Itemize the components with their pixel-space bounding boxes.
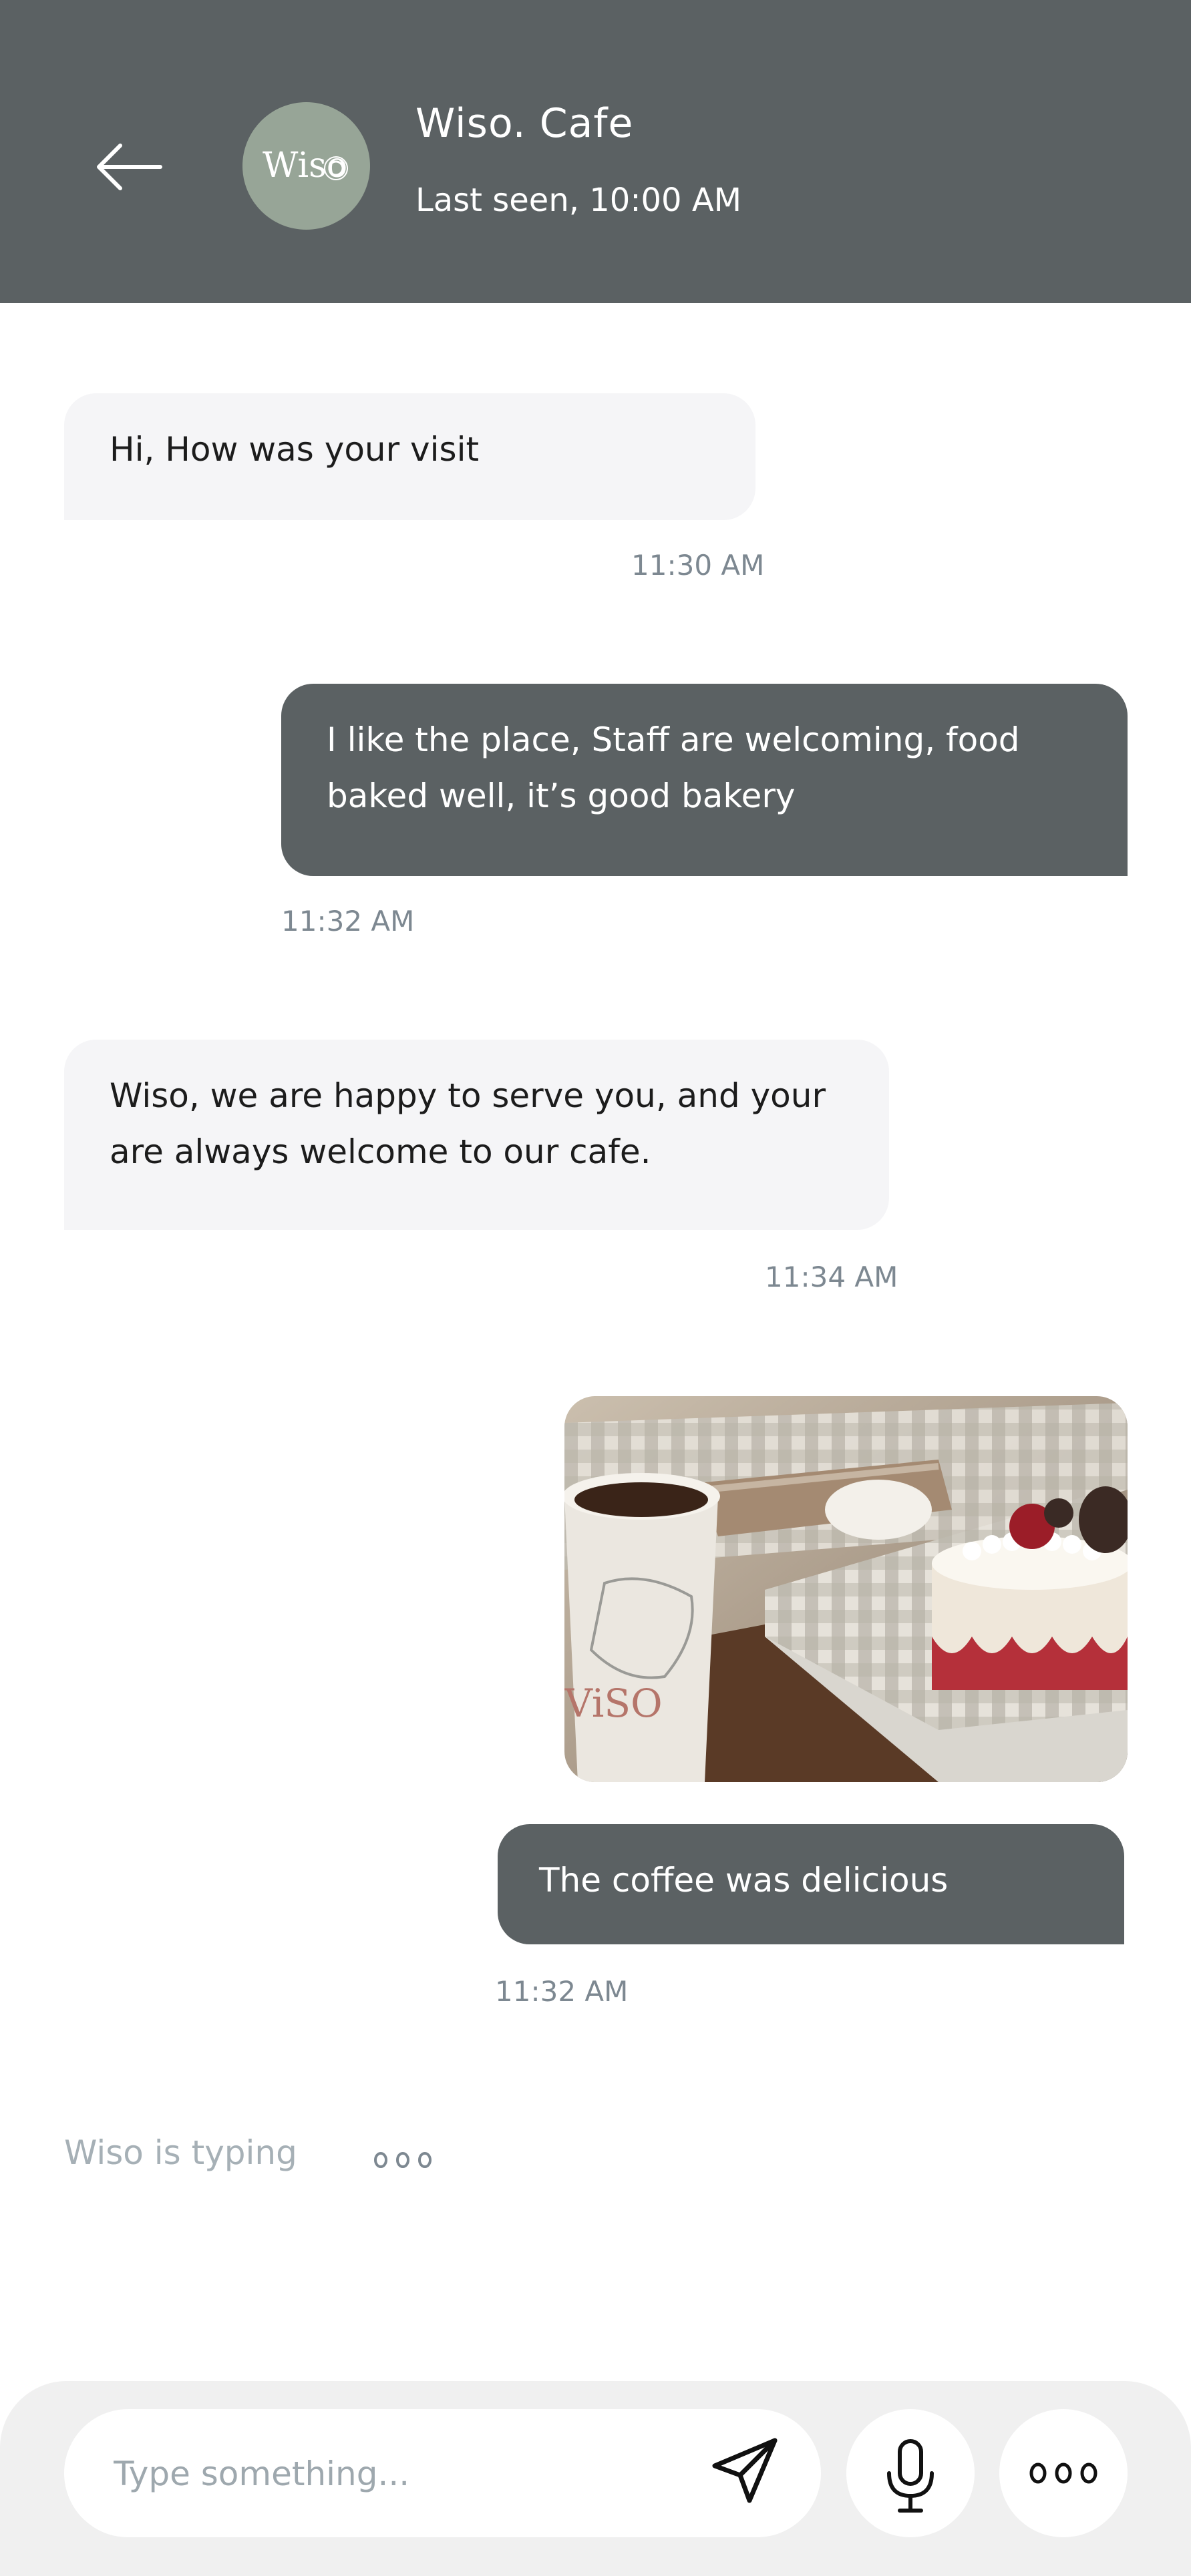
typing-indicator-label: Wiso is typing (64, 2133, 297, 2172)
arrow-left-icon (97, 144, 162, 190)
message-input[interactable] (112, 2433, 689, 2515)
back-button[interactable] (94, 134, 167, 200)
message-bubble-incoming: Wiso, we are happy to serve you, and you… (64, 1040, 889, 1230)
message-bubble-outgoing: The coffee was delicious (498, 1824, 1124, 1944)
message-bubble-incoming: Hi, How was your visit (64, 393, 755, 520)
send-icon (712, 2438, 778, 2503)
send-button[interactable] (708, 2434, 782, 2507)
more-options-icon (1029, 2462, 1097, 2484)
message-text: Wiso, we are happy to serve you, and you… (110, 1076, 826, 1171)
avatar[interactable]: Wiso (242, 102, 370, 230)
typing-dots-icon (374, 2152, 432, 2168)
last-seen-status: Last seen, 10:00 AM (415, 182, 742, 219)
message-text: Hi, How was your visit (110, 430, 480, 469)
message-timestamp: 11:30 AM (631, 549, 765, 582)
coffee-and-cake-photo[interactable]: ViSO (564, 1396, 1128, 1782)
more-options-button[interactable] (999, 2409, 1128, 2537)
svg-text:ViSO: ViSO (564, 1681, 663, 1726)
message-timestamp: 11:34 AM (765, 1261, 898, 1293)
message-text: I like the place, Staff are welcoming, f… (327, 720, 1020, 815)
message-timestamp: 11:32 AM (281, 905, 415, 937)
message-bubble-outgoing: I like the place, Staff are welcoming, f… (281, 684, 1128, 876)
chat-title: Wiso. Cafe (415, 100, 634, 147)
message-text: The coffee was delicious (539, 1861, 949, 1900)
message-timestamp: 11:32 AM (495, 1975, 629, 2008)
chat-header: Wiso Wiso. Cafe Last seen, 10:00 AM (0, 0, 1191, 303)
microphone-icon (887, 2439, 934, 2513)
microphone-button[interactable] (846, 2409, 975, 2537)
